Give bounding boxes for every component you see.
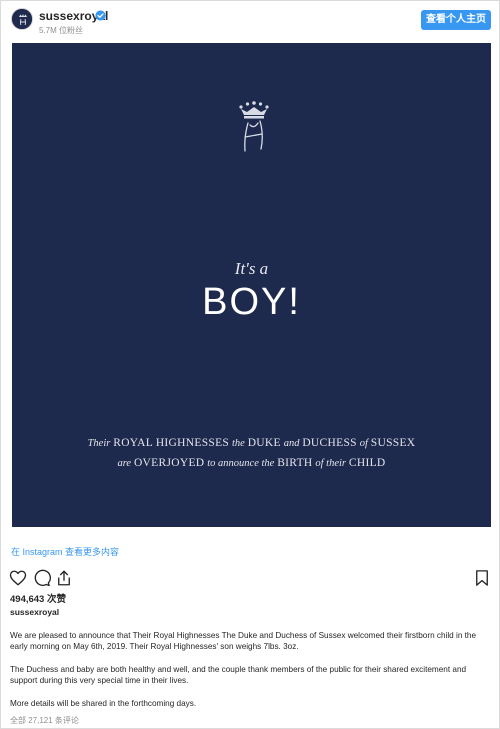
like-count[interactable]: 494,643 次赞 [10, 591, 66, 605]
instagram-embed: sussexroyal 5.7M 位粉丝 查看个人主页 It's a BOY! … [0, 0, 500, 729]
avatar[interactable] [11, 8, 33, 30]
announce-word: are [117, 458, 132, 469]
caption-username[interactable]: sussexroyal [10, 607, 59, 617]
view-on-instagram-link[interactable]: 在 Instagram 查看更多内容 [11, 545, 119, 558]
headline-its-a: It's a [234, 259, 269, 278]
announce-word: the [231, 438, 245, 449]
announce-word: ROYAL HIGHNESSES [113, 437, 230, 449]
verified-badge-icon [95, 10, 106, 21]
action-bar [9, 569, 491, 589]
share-icon[interactable] [55, 569, 73, 587]
avatar-crest-icon [12, 9, 32, 29]
heart-icon[interactable] [9, 569, 27, 587]
view-profile-button[interactable]: 查看个人主页 [421, 10, 491, 30]
follower-count: 5.7M 位粉丝 [39, 26, 84, 35]
announce-word: BIRTH [277, 457, 313, 469]
caption-paragraph: The Duchess and baby are both healthy an… [10, 665, 467, 685]
caption-paragraph: We are pleased to announce that Their Ro… [10, 631, 477, 651]
announce-word: of their [315, 458, 347, 469]
announce-word: OVERJOYED [133, 457, 205, 469]
announce-word: CHILD [348, 457, 386, 469]
view-all-comments-link[interactable]: 全部 27,121 条评论 [10, 715, 79, 726]
announce-word: DUKE [247, 437, 281, 449]
announcement-line-1: Their ROYAL HIGHNESSES the DUKE and DUCH… [12, 437, 491, 449]
announce-word: of [359, 438, 368, 449]
caption-paragraph: More details will be shared in the forth… [10, 699, 197, 708]
announcement-line-2: are OVERJOYED to announce the BIRTH of t… [12, 457, 491, 469]
post-header: sussexroyal 5.7M 位粉丝 查看个人主页 [9, 7, 491, 37]
announce-word: SUSSEX [370, 437, 416, 449]
post-image[interactable]: It's a BOY! Their ROYAL HIGHNESSES the D… [12, 43, 491, 527]
royal-monogram-icon [239, 101, 269, 152]
announce-word: and [283, 438, 300, 449]
announce-word: DUCHESS [302, 437, 357, 449]
announce-word: Their [87, 438, 111, 449]
announce-word: to announce the [207, 458, 275, 469]
headline-boy: BOY! [202, 281, 301, 323]
bookmark-icon[interactable] [473, 569, 491, 587]
comment-icon[interactable] [33, 569, 51, 587]
